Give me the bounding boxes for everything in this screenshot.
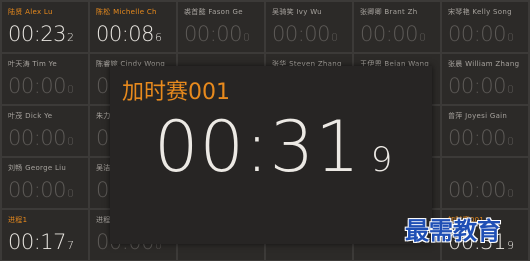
timer-cell-time-tenths: 0 <box>507 187 514 200</box>
timer-cell-time-main: 00:00 <box>448 22 507 46</box>
timer-cell[interactable]: 00:000 <box>442 158 528 208</box>
timer-cell-time-tenths: 0 <box>67 135 74 148</box>
timer-cell-time: 00:000 <box>448 22 514 46</box>
timer-cell-time-tenths: 0 <box>507 135 514 148</box>
timer-cell[interactable]: 刘畅 George Liu 00:000 <box>2 158 88 208</box>
timer-cell-time: 00:000 <box>8 74 74 98</box>
timer-cell[interactable]: 进程1 00:177 <box>2 210 88 260</box>
timer-cell[interactable]: 宋琴艳 Kelly Song 00:000 <box>442 2 528 52</box>
timer-cell-time-tenths: 0 <box>331 31 338 44</box>
overtime-popup: 加时赛001 00:31 9 <box>110 66 432 244</box>
timer-cell-time-main: 00:00 <box>448 178 507 202</box>
timer-cell-name: 叶茂 Dick Ye <box>8 112 53 120</box>
timer-cell-name: 进程1 <box>8 216 28 224</box>
timer-cell-time-main: 00:00 <box>184 22 243 46</box>
timer-cell-time: 00:000 <box>272 22 338 46</box>
timer-cell-time-main: 00:23 <box>8 22 67 46</box>
timer-cell-time: 00:086 <box>96 22 162 46</box>
timer-cell[interactable]: 张卿卿 Brant Zh 00:000 <box>354 2 440 52</box>
timer-cell-time-tenths: 0 <box>419 31 426 44</box>
timer-cell[interactable]: 陈松 Michelle Ch 00:086 <box>90 2 176 52</box>
timer-cell-time-tenths: 2 <box>67 31 74 44</box>
timer-cell-time: 00:000 <box>8 126 74 150</box>
watermark-logo: 最需教育 <box>405 216 501 245</box>
timer-cell-name: 刘畅 George Liu <box>8 164 67 172</box>
timer-cell-time-tenths: 0 <box>243 31 250 44</box>
timer-cell[interactable]: 曾萍 Joyesi Gain 00:000 <box>442 106 528 156</box>
timer-cell-time-tenths: 7 <box>67 239 74 252</box>
timer-cell-name: 陆贤 Alex Lu <box>8 8 53 16</box>
timer-cell-time: 00:177 <box>8 230 74 254</box>
timer-cell-time-tenths: 0 <box>67 83 74 96</box>
timer-cell-time-main: 00:00 <box>448 126 507 150</box>
timer-cell-time-main: 00:00 <box>8 178 67 202</box>
timer-cell-time-main: 00:00 <box>360 22 419 46</box>
timer-cell[interactable]: 裘首懿 Fason Ge 00:000 <box>178 2 264 52</box>
timer-cell-name: 吴洁 <box>96 164 111 172</box>
timer-cell-time: 00:232 <box>8 22 74 46</box>
timer-cell-time-main: 00:00 <box>272 22 331 46</box>
timer-cell-name: 张卿卿 Brant Zh <box>360 8 418 16</box>
timer-cell-name: 曾萍 Joyesi Gain <box>448 112 508 120</box>
popup-timer: 00:31 9 <box>154 106 393 188</box>
timer-cell-name: 进程 <box>96 216 111 224</box>
timer-cell[interactable]: 陆贤 Alex Lu 00:232 <box>2 2 88 52</box>
timer-cell-name: 宋琴艳 Kelly Song <box>448 8 512 16</box>
timer-cell[interactable]: 张晨 William Zhang 00:000 <box>442 54 528 104</box>
timer-cell-name: 陈松 Michelle Ch <box>96 8 157 16</box>
timer-cell-time: 00:000 <box>448 178 514 202</box>
timer-cell-time-tenths: 9 <box>507 239 514 252</box>
timer-cell-time-main: 00:00 <box>8 126 67 150</box>
timer-cell-time-main: 00:00 <box>448 74 507 98</box>
timer-cell-time-tenths: 0 <box>507 31 514 44</box>
timer-cell-name: 叶天涛 Tim Ye <box>8 60 57 68</box>
timer-cell[interactable]: 叶天涛 Tim Ye 00:000 <box>2 54 88 104</box>
timer-cell-name: 裘首懿 Fason Ge <box>184 8 243 16</box>
timer-cell-time-tenths: 6 <box>155 31 162 44</box>
timer-cell[interactable]: 吴骑笑 Ivy Wu 00:000 <box>266 2 352 52</box>
timer-cell-time-tenths: 0 <box>507 83 514 96</box>
timer-cell-time-main: 00:17 <box>8 230 67 254</box>
timer-cell-name: 张晨 William Zhang <box>448 60 520 68</box>
popup-title: 加时赛001 <box>122 80 230 105</box>
timer-cell-name: 吴骑笑 Ivy Wu <box>272 8 322 16</box>
timer-cell-time-main: 00:00 <box>8 74 67 98</box>
timer-cell-time-main: 00:08 <box>96 22 155 46</box>
timer-cell-time: 00:000 <box>8 178 74 202</box>
timer-cell-time-tenths: 0 <box>67 187 74 200</box>
popup-timer-main: 00:31 <box>154 106 361 188</box>
timer-cell-name: 朱力 <box>96 112 111 120</box>
popup-timer-tenths: 9 <box>370 140 394 180</box>
timer-cell-time: 00:000 <box>360 22 426 46</box>
timer-cell-time: 00:000 <box>448 74 514 98</box>
timer-cell-time: 00:000 <box>184 22 250 46</box>
timer-cell-time: 00:000 <box>448 126 514 150</box>
timer-cell[interactable]: 叶茂 Dick Ye 00:000 <box>2 106 88 156</box>
